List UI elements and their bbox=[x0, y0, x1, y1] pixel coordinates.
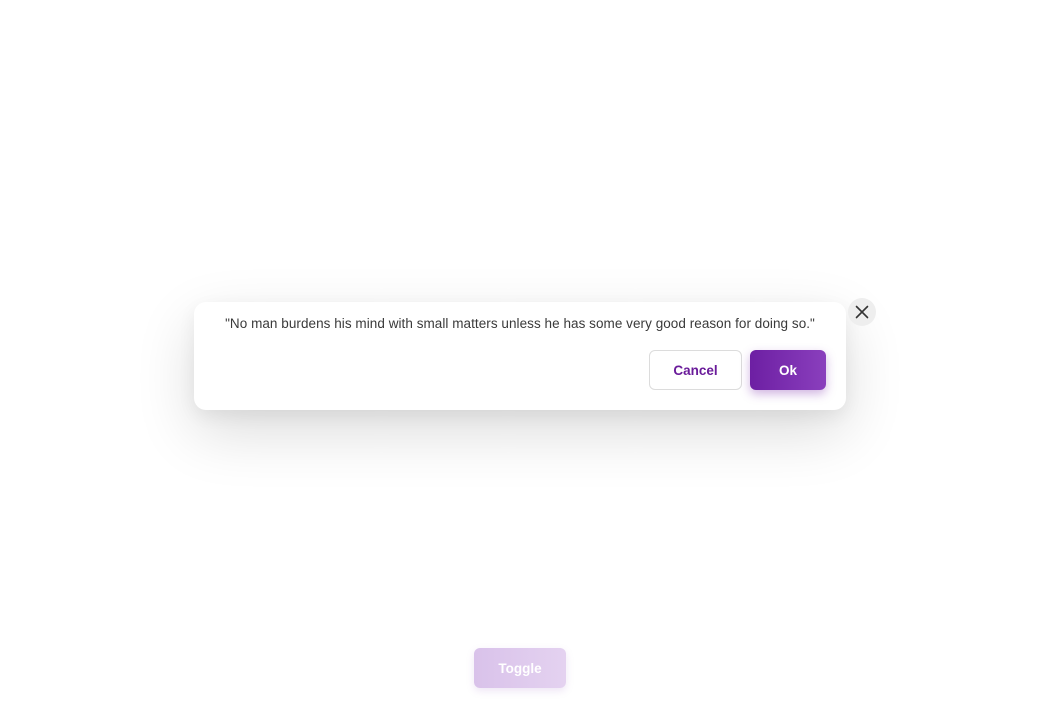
dialog-message: "No man burdens his mind with small matt… bbox=[225, 316, 815, 331]
page: "No man burdens his mind with small matt… bbox=[0, 0, 1040, 708]
confirm-dialog: "No man burdens his mind with small matt… bbox=[194, 298, 876, 410]
ok-button[interactable]: Ok bbox=[750, 350, 826, 390]
cancel-button[interactable]: Cancel bbox=[649, 350, 742, 390]
close-button[interactable] bbox=[848, 298, 876, 326]
toggle-button[interactable]: Toggle bbox=[474, 648, 566, 688]
close-icon bbox=[855, 305, 869, 319]
